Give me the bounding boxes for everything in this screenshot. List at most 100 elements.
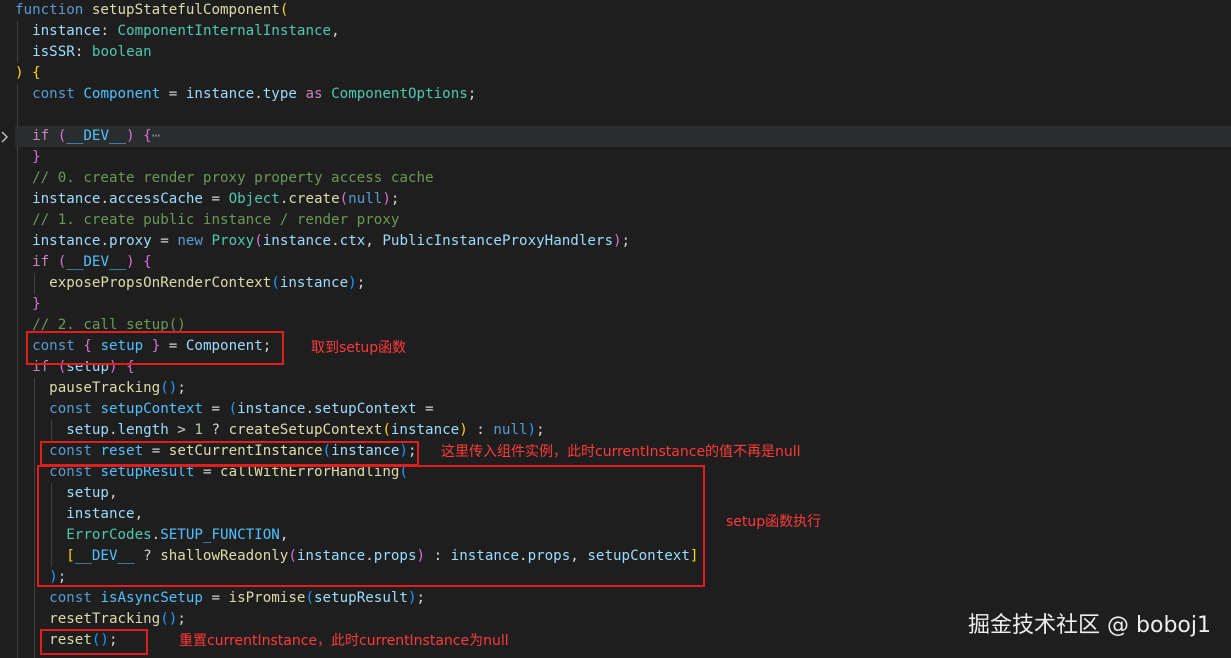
code-line: if (__DEV__) {⋯ bbox=[15, 126, 1231, 147]
code-line: ) { bbox=[15, 63, 41, 84]
annotation-box-get-setup bbox=[26, 331, 284, 365]
code-token: const bbox=[49, 401, 92, 417]
annotation-pass-instance: 这里传入组件实例，此时currentInstance的值不再是null bbox=[441, 444, 801, 460]
code-token: create bbox=[288, 191, 340, 207]
watermark: 掘金技术社区 @ boboj1 bbox=[968, 613, 1211, 638]
code-token: } bbox=[32, 296, 41, 312]
code-token: . bbox=[100, 191, 109, 207]
code-token: { bbox=[32, 65, 41, 81]
code-token: 1 bbox=[194, 422, 203, 438]
code-token: : bbox=[74, 44, 92, 60]
code-token: ; bbox=[536, 422, 545, 438]
code-token: instance bbox=[237, 401, 306, 417]
code-token: ; bbox=[416, 590, 426, 606]
code-token: > bbox=[168, 422, 195, 438]
code-token: // 0. create render proxy property acces… bbox=[32, 170, 434, 186]
code-token: . bbox=[254, 86, 263, 102]
code-token: ( bbox=[279, 2, 289, 18]
code-editor[interactable]: function setupStatefulComponent( instanc… bbox=[0, 0, 1231, 658]
code-line: isSSR: boolean bbox=[15, 42, 152, 63]
code-token: instance bbox=[262, 233, 332, 249]
code-token: ) bbox=[613, 233, 622, 249]
code-line: pauseTracking(); bbox=[15, 378, 186, 399]
code-token: null bbox=[348, 191, 383, 207]
code-line: instance: ComponentInternalInstance, bbox=[15, 21, 340, 42]
code-token: as bbox=[305, 86, 323, 102]
code-token: . bbox=[331, 233, 340, 249]
code-token: ? bbox=[202, 422, 229, 438]
code-token: exposePropsOnRenderContext bbox=[49, 275, 272, 291]
code-line: if (__DEV__) { bbox=[15, 252, 152, 273]
code-token: function bbox=[15, 2, 84, 18]
annotation-reset: 重置currentInstance，此时currentInstance为null bbox=[179, 633, 509, 649]
code-line: } bbox=[15, 294, 41, 315]
code-token: , bbox=[331, 23, 340, 39]
code-token: ( bbox=[254, 233, 263, 249]
chevron-right-icon[interactable] bbox=[0, 130, 10, 144]
code-token: = bbox=[202, 590, 229, 606]
code-token: instance bbox=[32, 191, 101, 207]
annotation-box-setup-exec bbox=[37, 465, 705, 587]
code-token: PublicInstanceProxyHandlers bbox=[382, 233, 613, 249]
code-token: , bbox=[365, 233, 383, 249]
code-token: { bbox=[143, 254, 152, 270]
code-token: type bbox=[262, 86, 297, 102]
code-line: exposePropsOnRenderContext(instance); bbox=[15, 273, 365, 294]
code-token: ComponentInternalInstance bbox=[117, 23, 332, 39]
code-token: = bbox=[202, 401, 229, 417]
code-token: instance bbox=[185, 86, 255, 102]
code-token: ( bbox=[339, 191, 349, 207]
code-token: Proxy bbox=[211, 233, 255, 249]
code-line: setup.length > 1 ? createSetupContext(in… bbox=[15, 420, 545, 441]
code-token: ( bbox=[271, 275, 280, 291]
code-token: ) bbox=[126, 128, 135, 144]
code-token: __DEV__ bbox=[66, 128, 127, 144]
code-token: length bbox=[117, 422, 169, 438]
code-token: setupContext bbox=[100, 401, 203, 417]
code-token: ; bbox=[177, 380, 186, 396]
code-line: instance.proxy = new Proxy(instance.ctx,… bbox=[15, 231, 630, 252]
code-token: ; bbox=[356, 275, 366, 291]
code-token: accessCache bbox=[108, 191, 203, 207]
code-token: ) bbox=[348, 275, 357, 291]
code-token: isAsyncSetup bbox=[100, 590, 203, 606]
code-token: new bbox=[177, 233, 203, 249]
code-token: const bbox=[32, 86, 75, 102]
code-token: = bbox=[416, 401, 434, 417]
code-token: const bbox=[49, 590, 92, 606]
code-token: ) bbox=[126, 254, 135, 270]
code-token: . bbox=[100, 233, 109, 249]
code-token: ( bbox=[57, 254, 67, 270]
code-token: () bbox=[160, 611, 178, 627]
annotation-setup-exec: setup函数执行 bbox=[726, 514, 822, 530]
code-token: instance bbox=[32, 233, 101, 249]
code-token: null bbox=[493, 422, 528, 438]
code-token: ) bbox=[15, 65, 24, 81]
code-token: : bbox=[467, 422, 494, 438]
code-token: ) bbox=[407, 590, 417, 606]
code-token: () bbox=[160, 380, 178, 396]
code-line: } bbox=[15, 147, 41, 168]
code-token: ; bbox=[621, 233, 631, 249]
code-line: instance.accessCache = Object.create(nul… bbox=[15, 189, 399, 210]
code-token: ; bbox=[467, 86, 477, 102]
code-token: . bbox=[305, 401, 314, 417]
code-token: isSSR bbox=[32, 44, 75, 60]
